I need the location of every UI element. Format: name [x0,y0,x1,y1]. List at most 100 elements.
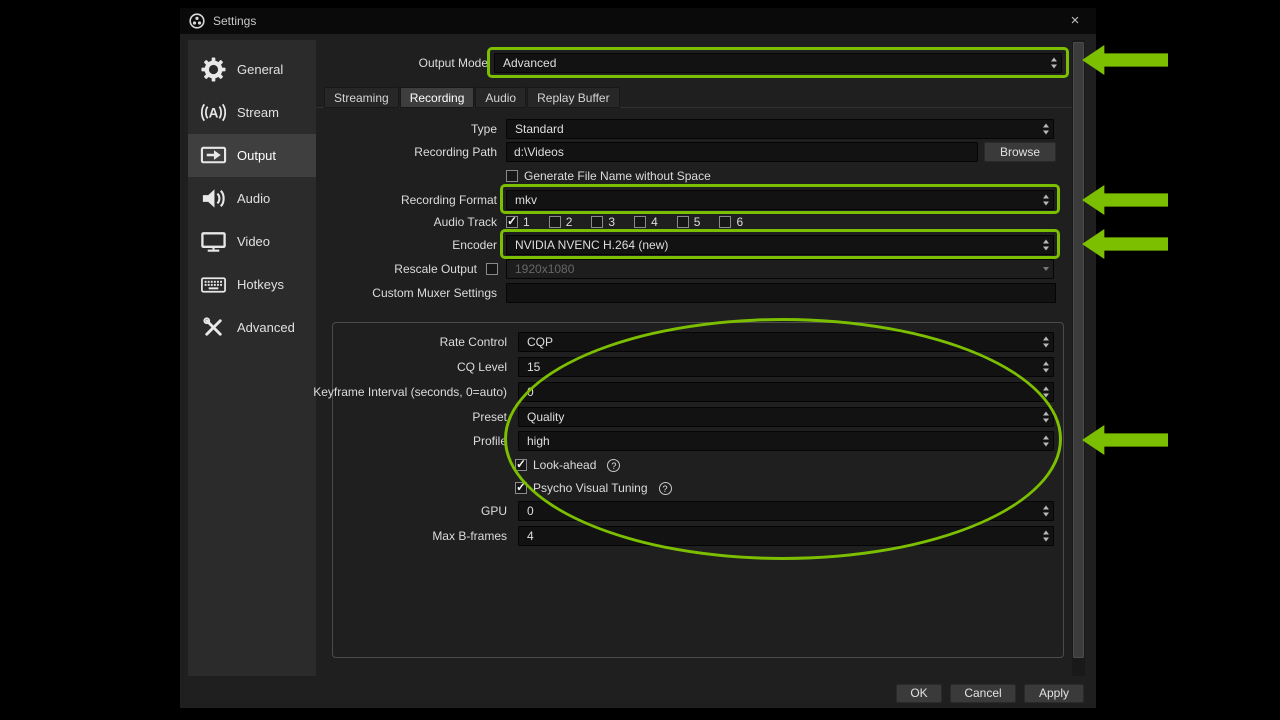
scrollbar-thumb[interactable] [1073,42,1084,658]
generate-no-space-checkbox[interactable] [506,170,518,182]
combo-arrows-icon [1043,194,1049,206]
audio-track-5-label: 5 [693,215,701,229]
desktop-background: Settings × General A Stream Output Audio… [0,0,1280,720]
output-mode-select[interactable]: Advanced [494,53,1062,73]
combo-arrows-icon [1043,239,1049,251]
cq-level-value: 15 [527,360,541,374]
tab-replay-buffer[interactable]: Replay Buffer [527,87,620,108]
cq-level-spinner[interactable]: 15 [518,357,1054,377]
rate-control-label: Rate Control [439,335,507,349]
sidebar-item-label: Stream [237,105,279,120]
tab-recording[interactable]: Recording [399,87,475,108]
type-select[interactable]: Standard [506,119,1054,139]
rate-control-select[interactable]: CQP [518,332,1054,352]
sidebar: General A Stream Output Audio Video Hotk… [188,40,316,676]
preset-value: Quality [527,410,565,424]
spinner-arrows-icon[interactable] [1043,530,1049,542]
obs-logo-icon [189,13,205,29]
rescale-resolution-select[interactable]: 1920x1080 [506,259,1054,279]
audio-track-1-checkbox[interactable] [506,214,518,228]
browse-button[interactable]: Browse [984,142,1056,162]
output-mode-label: Output Mode [418,56,488,70]
profile-label: Profile [472,434,507,448]
rescale-resolution-value: 1920x1080 [515,262,575,276]
recording-format-select[interactable]: mkv [506,190,1054,210]
sidebar-item-video[interactable]: Video [188,220,316,263]
vertical-scrollbar[interactable] [1072,40,1085,676]
profile-select[interactable]: high [518,431,1054,451]
sidebar-item-label: General [237,62,284,77]
tab-label: Recording [409,91,465,105]
ok-button[interactable]: OK [896,684,942,703]
look-ahead-row: Look-ahead ? [515,455,621,475]
audio-track-6-checkbox[interactable] [719,216,732,228]
max-b-frames-value: 4 [527,529,534,543]
keyboard-icon [198,270,228,300]
max-b-frames-spinner[interactable]: 4 [518,526,1054,546]
sidebar-item-audio[interactable]: Audio [188,177,316,220]
combo-arrows-icon [1051,57,1057,69]
rate-control-value: CQP [527,335,554,349]
preset-label: Preset [472,410,507,424]
audio-track-2-checkbox[interactable] [548,216,561,228]
audio-track-3-label: 3 [608,215,616,229]
tools-icon [198,313,228,343]
sidebar-item-advanced[interactable]: Advanced [188,306,316,349]
sidebar-item-label: Output [237,148,277,163]
audio-track-4-checkbox[interactable] [634,216,647,228]
keyframe-interval-spinner[interactable]: 0 [518,382,1054,402]
spinner-arrows-icon[interactable] [1043,361,1049,373]
help-icon[interactable]: ? [607,458,621,472]
recording-format-value: mkv [515,193,537,207]
tab-label: Replay Buffer [537,91,610,105]
tab-streaming[interactable]: Streaming [324,87,399,108]
help-icon[interactable]: ? [658,481,672,495]
svg-text:A: A [208,105,218,120]
apply-button[interactable]: Apply [1024,684,1084,703]
rescale-checkbox-row [486,259,498,279]
custom-muxer-label: Custom Muxer Settings [372,286,497,300]
sidebar-item-label: Advanced [237,320,295,335]
combo-arrow-icon [1043,267,1049,271]
type-label: Type [470,122,497,136]
audio-track-row: 1 2 3 4 5 6 [506,212,756,232]
keyframe-interval-value: 0 [527,385,534,399]
close-icon[interactable]: × [1060,8,1090,34]
output-tabs: Streaming Recording Audio Replay Buffer [324,87,621,108]
audio-track-1-label: 1 [523,215,530,229]
recording-path-input[interactable] [506,142,978,162]
cancel-button[interactable]: Cancel [950,684,1016,703]
spinner-arrows-icon[interactable] [1043,505,1049,517]
audio-track-3-checkbox[interactable] [591,216,604,228]
tab-audio[interactable]: Audio [475,87,527,108]
gpu-value: 0 [527,504,534,518]
combo-arrows-icon [1043,123,1049,135]
window-title: Settings [213,14,257,28]
audio-track-2-label: 2 [565,215,573,229]
rescale-output-checkbox[interactable] [486,263,498,275]
psycho-visual-checkbox[interactable] [515,480,527,494]
combo-arrows-icon [1043,435,1049,447]
encoder-select[interactable]: NVIDIA NVENC H.264 (new) [506,235,1054,255]
spinner-arrows-icon[interactable] [1043,386,1049,398]
sidebar-item-label: Hotkeys [237,277,284,292]
sidebar-item-output[interactable]: Output [188,134,316,177]
custom-muxer-input[interactable] [506,283,1056,303]
audio-track-5-checkbox[interactable] [676,216,689,228]
sidebar-item-general[interactable]: General [188,48,316,91]
generate-no-space-label: Generate File Name without Space [524,169,711,183]
rescale-output-label: Rescale Output [394,262,477,276]
type-value: Standard [515,122,564,136]
preset-select[interactable]: Quality [518,407,1054,427]
generate-no-space-row: Generate File Name without Space [506,166,711,186]
gpu-spinner[interactable]: 0 [518,501,1054,521]
recording-path-label: Recording Path [414,145,497,159]
sidebar-item-stream[interactable]: A Stream [188,91,316,134]
sidebar-item-hotkeys[interactable]: Hotkeys [188,263,316,306]
sidebar-item-label: Audio [237,191,271,206]
gpu-label: GPU [480,504,507,518]
look-ahead-label: Look-ahead [533,458,597,472]
audio-track-4-label: 4 [651,215,658,229]
look-ahead-checkbox[interactable] [515,457,527,471]
display-icon [198,227,228,257]
